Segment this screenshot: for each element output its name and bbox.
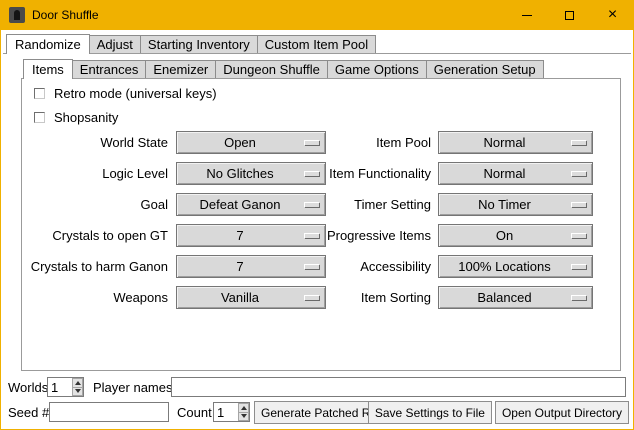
world-state-label: World State — [1, 131, 168, 154]
weapons-label: Weapons — [1, 286, 168, 309]
titlebar[interactable]: Door Shuffle × — [0, 0, 634, 30]
shopsanity-checkbox[interactable]: Shopsanity — [34, 109, 118, 125]
window-title: Door Shuffle — [32, 8, 99, 22]
item-sorting-value: Balanced — [477, 290, 531, 305]
dropdown-indicator-icon — [571, 264, 586, 269]
minimize-icon — [522, 15, 532, 16]
retro-mode-label: Retro mode (universal keys) — [54, 86, 217, 101]
item-pool-dropdown[interactable]: Normal — [438, 131, 593, 154]
count-spin-down-button[interactable] — [238, 413, 249, 422]
dropdown-indicator-icon — [571, 202, 586, 207]
tab-generation-setup[interactable]: Generation Setup — [426, 60, 544, 78]
weapons-value: Vanilla — [221, 290, 259, 305]
window-content: Randomize Adjust Starting Inventory Cust… — [1, 30, 633, 429]
crystals-harm-ganon-value: 7 — [236, 259, 243, 274]
worlds-input[interactable] — [48, 378, 72, 396]
close-button[interactable]: × — [591, 0, 634, 30]
window: Door Shuffle × Randomize Adjust Starting… — [0, 0, 634, 430]
timer-setting-label: Timer Setting — [271, 193, 431, 216]
count-label: Count — [177, 403, 212, 423]
item-sorting-dropdown[interactable]: Balanced — [438, 286, 593, 309]
settings-tab-bar: Items Entrances Enemizer Dungeon Shuffle… — [23, 58, 544, 78]
down-arrow-icon — [75, 389, 81, 393]
up-arrow-icon — [241, 406, 247, 410]
bottom-right-buttons: Save Settings to File Open Output Direct… — [368, 401, 629, 424]
tab-dungeon-shuffle[interactable]: Dungeon Shuffle — [215, 60, 328, 78]
dropdown-indicator-icon — [571, 233, 586, 238]
checkbox-icon — [34, 88, 45, 99]
shopsanity-label: Shopsanity — [54, 110, 118, 125]
goal-label: Goal — [1, 193, 168, 216]
count-spin-up-button[interactable] — [238, 403, 249, 413]
goal-value: Defeat Ganon — [200, 197, 281, 212]
dropdown-indicator-icon — [571, 171, 586, 176]
count-input[interactable] — [214, 403, 238, 421]
seed-input[interactable] — [49, 402, 169, 422]
tab-items[interactable]: Items — [23, 59, 73, 79]
retro-mode-checkbox[interactable]: Retro mode (universal keys) — [34, 85, 217, 101]
player-names-input[interactable] — [171, 377, 626, 397]
up-arrow-icon — [75, 381, 81, 385]
item-functionality-label: Item Functionality — [271, 162, 431, 185]
accessibility-value: 100% Locations — [458, 259, 551, 274]
tab-adjust[interactable]: Adjust — [89, 35, 141, 53]
tab-enemizer[interactable]: Enemizer — [145, 60, 216, 78]
maximize-button[interactable] — [548, 0, 591, 30]
seed-label: Seed # — [8, 403, 49, 423]
maximize-icon — [565, 11, 574, 20]
count-spinbox — [213, 402, 250, 422]
checkbox-icon — [34, 112, 45, 123]
crystals-open-gt-value: 7 — [236, 228, 243, 243]
count-spin-arrows — [238, 403, 249, 421]
item-functionality-value: Normal — [484, 166, 526, 181]
world-state-value: Open — [224, 135, 256, 150]
down-arrow-icon — [241, 414, 247, 418]
dropdown-indicator-icon — [571, 295, 586, 300]
progressive-items-value: On — [496, 228, 513, 243]
caption-buttons: × — [505, 0, 634, 30]
dropdown-indicator-icon — [571, 140, 586, 145]
save-settings-button[interactable]: Save Settings to File — [368, 401, 492, 424]
item-sorting-label: Item Sorting — [271, 286, 431, 309]
worlds-label: Worlds — [8, 378, 48, 398]
item-pool-label: Item Pool — [271, 131, 431, 154]
tab-game-options[interactable]: Game Options — [327, 60, 427, 78]
minimize-button[interactable] — [505, 0, 548, 30]
accessibility-label: Accessibility — [271, 255, 431, 278]
worlds-spin-down-button[interactable] — [72, 388, 83, 397]
timer-setting-dropdown[interactable]: No Timer — [438, 193, 593, 216]
logic-level-label: Logic Level — [1, 162, 168, 185]
crystals-harm-ganon-label: Crystals to harm Ganon — [1, 255, 168, 278]
accessibility-dropdown[interactable]: 100% Locations — [438, 255, 593, 278]
logic-level-value: No Glitches — [206, 166, 273, 181]
progressive-items-label: Progressive Items — [271, 224, 431, 247]
open-output-directory-button[interactable]: Open Output Directory — [495, 401, 629, 424]
tab-starting-inventory[interactable]: Starting Inventory — [140, 35, 258, 53]
main-tab-pane-border — [3, 53, 631, 54]
worlds-spin-up-button[interactable] — [72, 378, 83, 388]
close-icon: × — [608, 7, 617, 23]
tab-entrances[interactable]: Entrances — [72, 60, 147, 78]
tab-randomize[interactable]: Randomize — [6, 34, 90, 54]
worlds-spin-arrows — [72, 378, 83, 396]
app-icon — [9, 7, 25, 23]
timer-setting-value: No Timer — [478, 197, 531, 212]
tab-custom-item-pool[interactable]: Custom Item Pool — [257, 35, 376, 53]
worlds-spinbox — [47, 377, 84, 397]
crystals-open-gt-label: Crystals to open GT — [1, 224, 168, 247]
player-names-label: Player names — [93, 378, 172, 398]
progressive-items-dropdown[interactable]: On — [438, 224, 593, 247]
item-pool-value: Normal — [484, 135, 526, 150]
item-functionality-dropdown[interactable]: Normal — [438, 162, 593, 185]
main-tab-bar: Randomize Adjust Starting Inventory Cust… — [6, 33, 376, 53]
